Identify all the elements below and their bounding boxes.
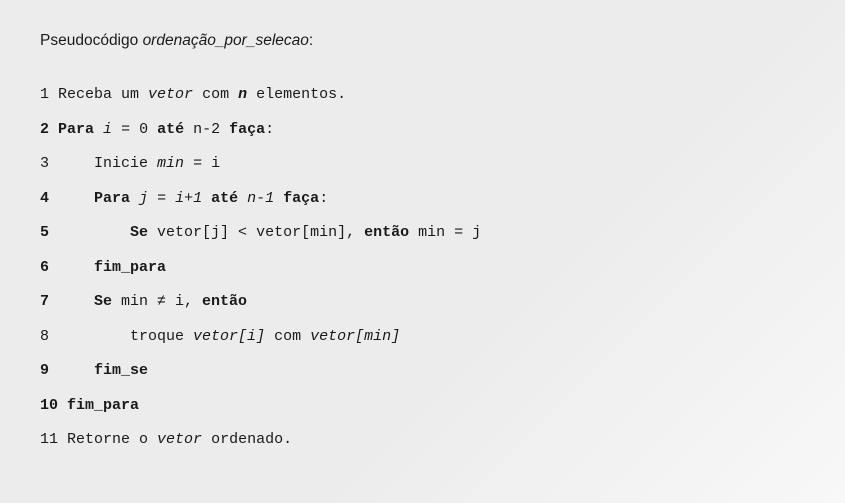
- line-number: 11: [40, 423, 58, 458]
- code-segment: vetor[min]: [310, 328, 400, 345]
- code-line: 5 Se vetor[j] < vetor[min], então min = …: [40, 216, 805, 251]
- code-segment: faça: [229, 121, 265, 138]
- code-segment: [94, 121, 103, 138]
- code-segment: vetor[i]: [193, 328, 265, 345]
- line-number: 7: [40, 285, 49, 320]
- code-segment: n-2: [184, 121, 229, 138]
- code-segment: com: [193, 86, 238, 103]
- code-segment: n-1: [247, 190, 274, 207]
- code-segment: j: [139, 190, 148, 207]
- code-line: 10 fim_para: [40, 389, 805, 424]
- code-line: 11 Retorne o vetor ordenado.: [40, 423, 805, 458]
- code-segment: até: [157, 121, 184, 138]
- code-segment: [202, 190, 211, 207]
- line-number: 6: [40, 251, 49, 286]
- code-segment: Receba um: [49, 86, 148, 103]
- code-segment: n: [238, 86, 247, 103]
- code-segment: vetor: [157, 431, 202, 448]
- code-segment: Retorne o: [58, 431, 157, 448]
- code-segment: i+1: [175, 190, 202, 207]
- code-segment: elementos.: [247, 86, 346, 103]
- code-segment: Para: [49, 121, 94, 138]
- code-segment: até: [211, 190, 238, 207]
- code-line: 2 Para i = 0 até n-2 faça:: [40, 113, 805, 148]
- code-line: 1 Receba um vetor com n elementos.: [40, 78, 805, 113]
- line-number: 10: [40, 389, 58, 424]
- line-number: 1: [40, 78, 49, 113]
- pseudocode-title: Pseudocódigo ordenação_por_selecao:: [40, 32, 805, 50]
- line-number: 3: [40, 147, 49, 182]
- code-segment: i: [103, 121, 112, 138]
- line-number: 8: [40, 320, 49, 355]
- code-line: 4 Para j = i+1 até n-1 faça:: [40, 182, 805, 217]
- title-label: Pseudocódigo: [40, 32, 143, 49]
- code-segment: = 0: [112, 121, 157, 138]
- code-segment: [238, 190, 247, 207]
- code-segment: Para: [49, 190, 130, 207]
- line-number: 5: [40, 216, 49, 251]
- code-segment: então: [364, 224, 409, 241]
- title-name: ordenação_por_selecao: [143, 32, 309, 49]
- line-number: 4: [40, 182, 49, 217]
- code-segment: :: [319, 190, 328, 207]
- code-line: 8 troque vetor[i] com vetor[min]: [40, 320, 805, 355]
- code-segment: min = j: [409, 224, 481, 241]
- code-segment: Se: [49, 224, 148, 241]
- code-segment: = i: [184, 155, 220, 172]
- title-colon: :: [309, 32, 313, 49]
- line-number: 9: [40, 354, 49, 389]
- code-segment: vetor: [148, 86, 193, 103]
- code-segment: Se: [49, 293, 112, 310]
- pseudocode-block: 1 Receba um vetor com n elementos.2 Para…: [40, 78, 805, 458]
- code-line: 3 Inicie min = i: [40, 147, 805, 182]
- code-segment: [130, 190, 139, 207]
- code-segment: fim_se: [49, 362, 148, 379]
- code-segment: [274, 190, 283, 207]
- code-segment: com: [265, 328, 310, 345]
- code-line: 7 Se min ≠ i, então: [40, 285, 805, 320]
- line-number: 2: [40, 113, 49, 148]
- code-segment: fim_para: [58, 397, 139, 414]
- code-segment: fim_para: [49, 259, 166, 276]
- code-segment: vetor[j] < vetor[min],: [148, 224, 364, 241]
- code-segment: então: [202, 293, 247, 310]
- code-segment: :: [265, 121, 274, 138]
- code-line: 6 fim_para: [40, 251, 805, 286]
- code-segment: min ≠ i,: [112, 293, 202, 310]
- code-line: 9 fim_se: [40, 354, 805, 389]
- code-segment: faça: [283, 190, 319, 207]
- code-segment: ordenado.: [202, 431, 292, 448]
- code-segment: Inicie: [49, 155, 157, 172]
- code-segment: troque: [49, 328, 193, 345]
- code-segment: =: [148, 190, 175, 207]
- code-segment: min: [157, 155, 184, 172]
